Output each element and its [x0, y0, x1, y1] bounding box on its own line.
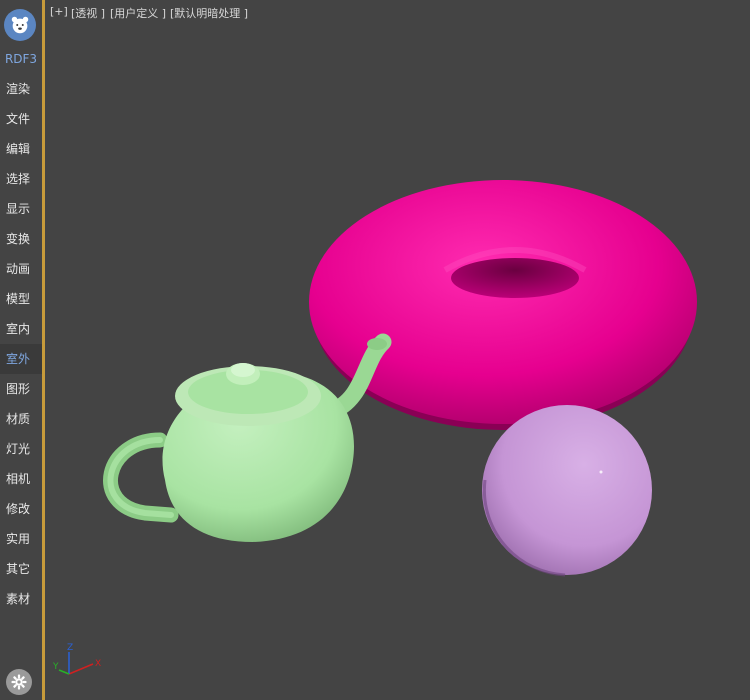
perspective-viewport[interactable]: X Z Y [+] [透视 ] [用户定义 ] [默认明暗处理 ]	[45, 0, 750, 700]
sphere-object[interactable]	[482, 405, 652, 577]
viewport-view-label[interactable]: [透视 ]	[71, 5, 105, 21]
sidebar-item-shapes[interactable]: 图形	[0, 374, 42, 404]
plugin-sidebar: RDF3 渲染 文件 编辑 选择 显示 变换 动画 模型 室内 室外 图形 材质…	[0, 0, 42, 700]
sidebar-item-file[interactable]: 文件	[0, 104, 42, 134]
sidebar-item-exterior[interactable]: 室外	[0, 344, 42, 374]
sidebar-item-material[interactable]: 材质	[0, 404, 42, 434]
plugin-label: RDF3	[4, 52, 38, 66]
sidebar-item-interior[interactable]: 室内	[0, 314, 42, 344]
viewport-shading-label[interactable]: [默认明暗处理 ]	[170, 5, 248, 21]
axis-gizmo	[58, 652, 94, 675]
settings-gear-icon[interactable]	[6, 669, 32, 695]
sidebar-item-modify[interactable]: 修改	[0, 494, 42, 524]
sidebar-item-other[interactable]: 其它	[0, 554, 42, 584]
sidebar-item-camera[interactable]: 相机	[0, 464, 42, 494]
axis-x-label: X	[95, 659, 101, 669]
sidebar-item-render[interactable]: 渲染	[0, 74, 42, 104]
sidebar-menu: 渲染 文件 编辑 选择 显示 变换 动画 模型 室内 室外 图形 材质 灯光 相…	[0, 74, 42, 614]
scene-canvas[interactable]: X Z Y	[45, 0, 750, 700]
axis-y-label: Y	[52, 662, 59, 672]
viewport-menu-plus[interactable]: [+]	[50, 5, 68, 18]
sidebar-item-assets[interactable]: 素材	[0, 584, 42, 614]
sidebar-item-utilities[interactable]: 实用	[0, 524, 42, 554]
viewport-user-label[interactable]: [用户定义 ]	[110, 5, 166, 21]
torus-object[interactable]	[309, 180, 697, 430]
sidebar-item-transform[interactable]: 变换	[0, 224, 42, 254]
sidebar-item-select[interactable]: 选择	[0, 164, 42, 194]
sidebar-item-display[interactable]: 显示	[0, 194, 42, 224]
sidebar-item-edit[interactable]: 编辑	[0, 134, 42, 164]
bear-logo-icon[interactable]	[4, 9, 36, 41]
axis-z-label: Z	[67, 643, 73, 653]
sidebar-item-model[interactable]: 模型	[0, 284, 42, 314]
app-window: RDF3 渲染 文件 编辑 选择 显示 变换 动画 模型 室内 室外 图形 材质…	[0, 0, 750, 700]
sidebar-item-lights[interactable]: 灯光	[0, 434, 42, 464]
sidebar-item-animation[interactable]: 动画	[0, 254, 42, 284]
